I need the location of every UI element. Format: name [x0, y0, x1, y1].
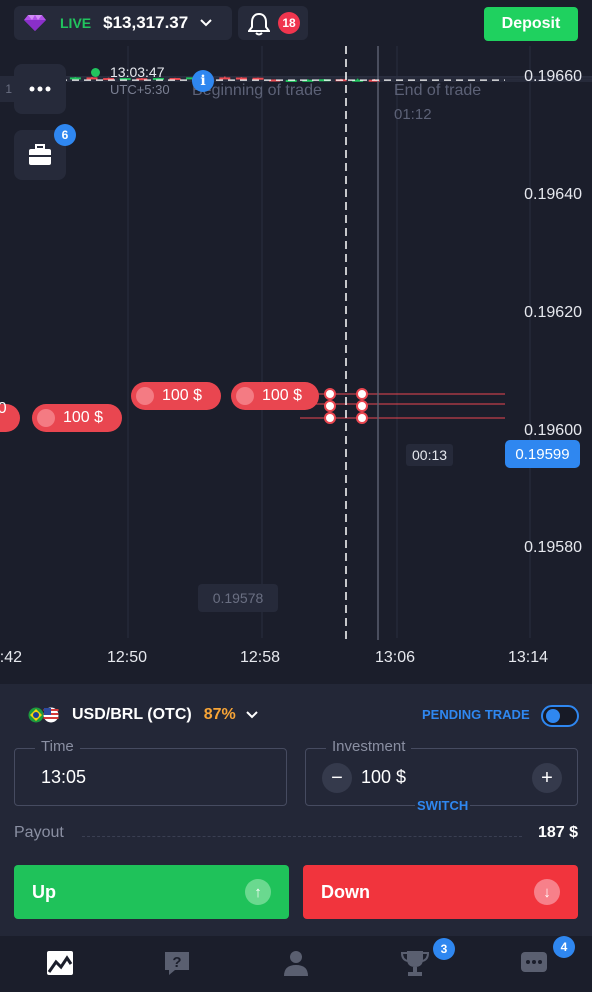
notifications-badge: 18 [278, 12, 300, 34]
bearish-candle [252, 77, 264, 80]
svg-text:?: ? [172, 954, 181, 971]
ellipsis-icon [29, 86, 51, 92]
chart-nav-icon[interactable] [45, 948, 75, 978]
low-price-tag: 0.19578 [198, 584, 278, 612]
time-label: Time [35, 738, 80, 755]
trade-dot-marker [324, 388, 336, 400]
deposit-button[interactable]: Deposit [484, 7, 578, 41]
trade-direction-icon [136, 387, 154, 405]
chat-icon[interactable] [519, 948, 549, 978]
y-tick-label: 0.19620 [524, 304, 582, 321]
y-tick-label: 0.19600 [524, 422, 582, 439]
toggle-knob [546, 709, 560, 723]
x-tick-label: 13:06 [375, 649, 416, 666]
plus-icon: + [541, 766, 553, 789]
trade-dot-marker [356, 388, 368, 400]
trade-dot-marker [356, 412, 368, 424]
profile-icon[interactable] [281, 948, 311, 978]
status-dot [91, 68, 100, 77]
expiry-countdown: 00:13 [406, 444, 454, 466]
asset-selector[interactable]: USD/BRL (OTC) 87% [28, 706, 258, 724]
bullish-candle [69, 77, 81, 80]
increase-investment-button[interactable]: + [532, 763, 562, 793]
currency-flags-icon [28, 707, 59, 723]
y-tick-label: 0.19640 [524, 186, 582, 203]
arrow-up-icon: ↑ [245, 879, 271, 905]
top-bar: LIVE $13,317.37 18 Deposit [0, 0, 592, 46]
trade-dot-marker [324, 400, 336, 412]
account-balance: $13,317.37 [103, 13, 189, 32]
trade-amount: 100 $ [162, 387, 203, 404]
info-icon[interactable]: i [192, 70, 214, 92]
y-tick-label: 0.19580 [524, 539, 582, 556]
bearish-candle [219, 77, 231, 80]
decrease-investment-button[interactable]: − [322, 763, 352, 793]
trades-briefcase-button[interactable]: 6 [14, 124, 76, 180]
account-mode-label: LIVE [60, 15, 92, 31]
trade-amount: 100 $ [0, 400, 7, 417]
payout-value: 187 $ [537, 824, 578, 841]
end-of-trade-label: End of trade [394, 82, 482, 99]
tournaments-badge: 3 [433, 938, 455, 960]
chat-badge: 4 [553, 936, 575, 958]
y-tick-label: 0.19660 [524, 68, 582, 85]
x-tick-label: 12:42 [0, 649, 23, 666]
bottom-nav: ? 3 4 [0, 936, 592, 992]
open-trades-badge: 6 [54, 124, 76, 146]
minus-icon: − [331, 766, 343, 789]
time-value: 13:05 [41, 767, 87, 787]
payout-label: Payout [14, 824, 64, 841]
trade-dot-marker [324, 412, 336, 424]
payout-divider [82, 836, 522, 837]
time-field[interactable]: Time 13:05 [14, 738, 287, 806]
bearish-candle [235, 77, 247, 80]
arrow-down-icon: ↓ [534, 879, 560, 905]
candlestick-chart [0, 46, 592, 640]
pending-trade-label[interactable]: PENDING TRADE [422, 707, 530, 722]
current-price-tag: 0.19599 [505, 440, 580, 468]
trading-app: LIVE $13,317.37 18 Deposit 1 6 13:03:47 … [0, 0, 592, 992]
x-tick-label: 12:58 [240, 649, 281, 666]
up-button[interactable]: Up ↑ [14, 865, 289, 919]
payout-percent: 87% [203, 706, 236, 723]
diamond-icon [24, 15, 46, 31]
investment-value: 100 $ [361, 767, 407, 787]
trade-amount: 100 $ [262, 387, 303, 404]
notifications-button[interactable]: 18 [238, 6, 308, 40]
trade-amount: 100 $ [63, 409, 104, 426]
down-button[interactable]: Down ↓ [303, 865, 578, 919]
server-clock: 13:03:47 [110, 64, 165, 80]
chevron-down-icon [246, 711, 258, 719]
bearish-candle [86, 77, 98, 80]
trade-marker[interactable]: 100 $ [131, 382, 221, 410]
more-options-button[interactable] [14, 64, 66, 114]
help-icon[interactable]: ? [162, 948, 192, 978]
chevron-down-icon [200, 19, 212, 27]
switch-button[interactable]: SWITCH [415, 798, 471, 813]
down-label: Down [321, 881, 370, 902]
trade-dot-marker [356, 400, 368, 412]
end-of-trade-countdown: 01:12 [394, 106, 432, 123]
x-tick-label: 13:14 [508, 649, 549, 666]
x-tick-label: 12:50 [107, 649, 148, 666]
collapsed-panel-tab[interactable]: 1 [0, 76, 14, 102]
trade-panel: USD/BRL (OTC) 87% PENDING TRADE Time 13:… [0, 684, 592, 936]
bell-icon [248, 12, 270, 36]
briefcase-icon [29, 144, 51, 165]
account-selector[interactable]: LIVE $13,317.37 [14, 6, 232, 40]
pending-trade-toggle[interactable] [541, 705, 579, 727]
trade-direction-icon [236, 387, 254, 405]
asset-name: USD/BRL (OTC) [72, 706, 192, 723]
trade-direction-icon [37, 409, 55, 427]
investment-label: Investment [326, 738, 412, 755]
trophy-icon[interactable] [400, 948, 430, 978]
trade-marker[interactable]: 100 $ [32, 404, 122, 432]
timezone-label: UTC+5:30 [110, 82, 170, 97]
up-label: Up [32, 881, 56, 902]
price-chart[interactable]: 1 6 13:03:47 UTC+5:30 Beginning of trade… [0, 46, 592, 684]
trade-marker[interactable]: 100 $ [231, 382, 319, 410]
